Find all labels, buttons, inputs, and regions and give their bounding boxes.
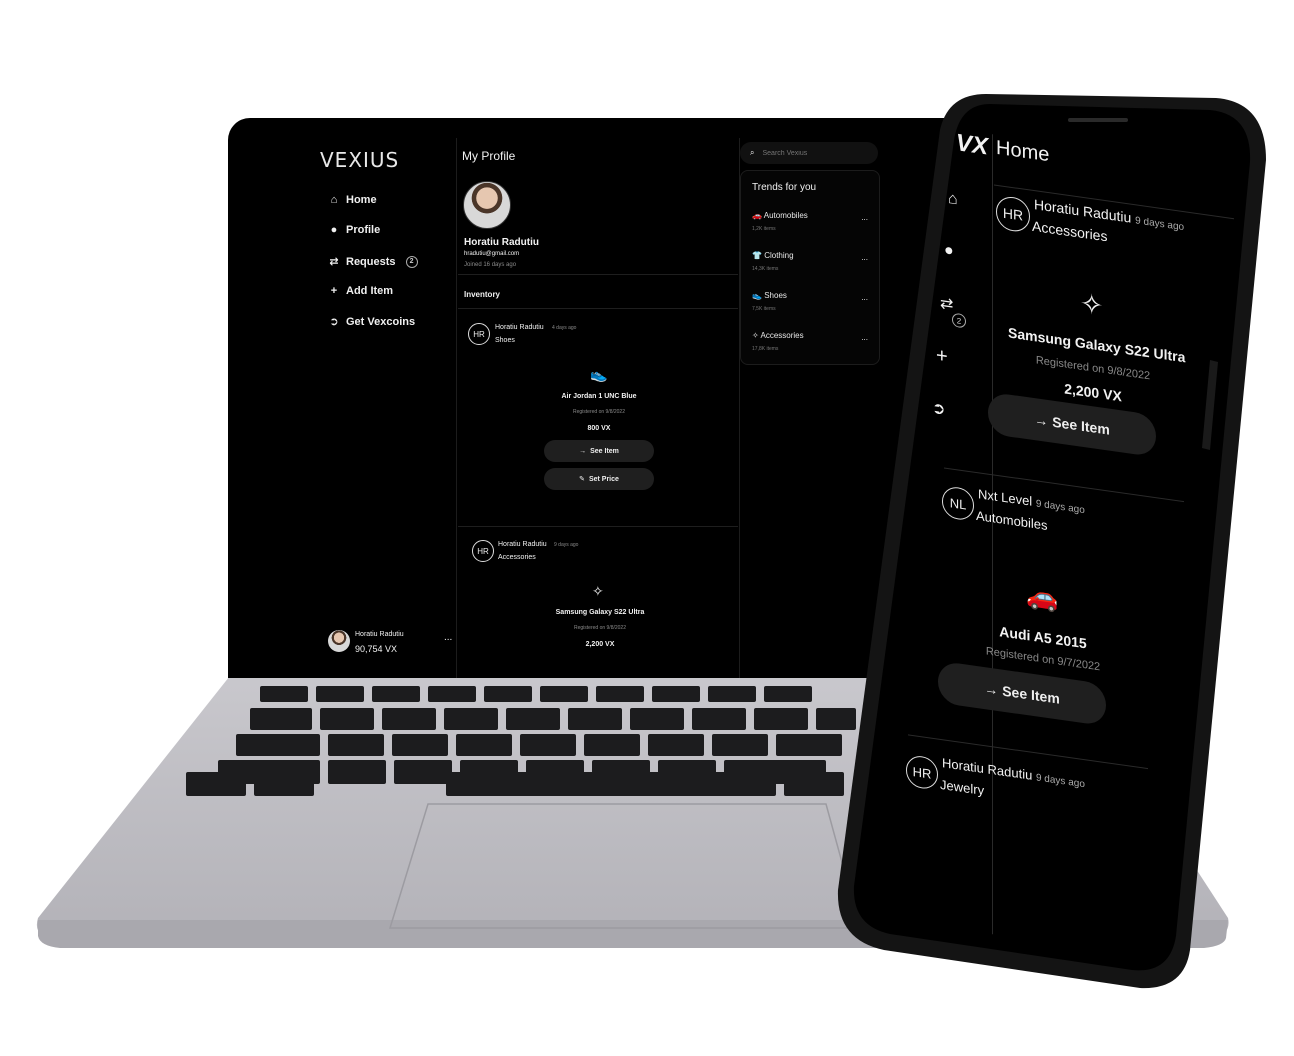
inventory-label: Inventory xyxy=(464,290,501,299)
home-icon[interactable]: ⌂ xyxy=(948,190,958,209)
post-item-name: Air Jordan 1 UNC Blue xyxy=(561,393,637,400)
trend-label: Automobiles xyxy=(763,211,808,220)
post-category: Accessories xyxy=(1032,217,1108,245)
set-price-button[interactable]: ✎ Set Price xyxy=(544,468,654,490)
requests-badge: 2 xyxy=(952,312,966,329)
post-time: 9 days ago xyxy=(1035,498,1085,517)
phone: VX Home ⌂ ● ⇄ 2 + ➲ HR Horatiu Radutiu 9… xyxy=(830,90,1270,990)
shirt-icon: 👕 xyxy=(752,251,762,260)
car-icon: 🚗 xyxy=(752,211,762,220)
mobile-page-title: Home xyxy=(996,136,1050,167)
see-item-label: See Item xyxy=(1002,682,1060,707)
divider xyxy=(458,526,738,527)
post-time: 9 days ago xyxy=(1035,772,1085,791)
post-time: 9 days ago xyxy=(554,542,579,548)
see-item-label: See Item xyxy=(1052,413,1110,438)
app-logo: VEXIUS xyxy=(320,148,400,172)
edit-icon: ✎ xyxy=(579,476,585,483)
plus-icon[interactable]: + xyxy=(936,344,948,369)
arrow-circle-icon[interactable]: ➲ xyxy=(932,398,945,420)
phone-screen: VX Home ⌂ ● ⇄ 2 + ➲ HR Horatiu Radutiu 9… xyxy=(906,120,1268,1025)
arrow-right-icon: → xyxy=(1034,411,1049,430)
nav-profile[interactable]: ● Profile xyxy=(328,224,381,236)
post-price: 2,200 VX xyxy=(585,641,615,648)
see-item-button[interactable]: → See Item xyxy=(544,440,654,462)
nav-get-vexcoins-label: Get Vexcoins xyxy=(346,315,416,328)
account-more-button[interactable]: ... xyxy=(444,632,452,643)
post-author[interactable]: Horatiu Radutiu xyxy=(498,541,547,548)
requests-badge: 2 xyxy=(405,255,418,268)
arrow-circle-icon: ➲ xyxy=(329,316,339,328)
post-time: 4 days ago xyxy=(552,325,577,331)
plus-icon: + xyxy=(330,285,338,297)
profile-name: Horatiu Radutiu xyxy=(464,237,539,248)
nav-home[interactable]: ⌂ Home xyxy=(328,194,377,206)
account-name: Horatiu Radutiu xyxy=(355,631,404,638)
arrow-right-icon: → xyxy=(579,447,587,455)
profile-email: hradutiu@gmail.com xyxy=(464,251,520,257)
profile-avatar xyxy=(463,181,511,229)
post-registered: Registered on 9/8/2022 xyxy=(573,409,625,415)
exchange-icon: ⇄ xyxy=(329,256,339,268)
post-registered: Registered on 9/8/2022 xyxy=(574,625,626,631)
mobile-logo: VX xyxy=(956,129,989,161)
trend-label: Clothing xyxy=(764,251,794,260)
trends-title: Trends for you xyxy=(752,182,817,193)
magic-wand-icon: ✧ xyxy=(592,583,604,599)
post-author: Nxt Level xyxy=(978,486,1033,509)
divider xyxy=(458,274,738,275)
magic-wand-icon: ✧ xyxy=(752,331,759,340)
magic-wand-icon: ✧ xyxy=(1080,287,1104,322)
shoe-icon: 👟 xyxy=(752,291,762,300)
nav-get-vexcoins[interactable]: ➲ Get Vexcoins xyxy=(328,315,416,329)
post-avatar: HR xyxy=(472,540,494,562)
post-category: Accessories xyxy=(498,554,536,561)
nav-add-item[interactable]: + Add Item xyxy=(328,285,393,297)
divider xyxy=(458,308,738,309)
trend-label: Accessories xyxy=(760,331,804,340)
nav-profile-label: Profile xyxy=(346,224,381,236)
arrow-right-icon: → xyxy=(984,680,999,699)
nav-home-label: Home xyxy=(346,194,377,206)
profile-joined: Joined 16 days ago xyxy=(464,262,517,268)
search-icon: ⌕ xyxy=(750,148,755,157)
user-icon[interactable]: ● xyxy=(944,241,954,260)
post-item-name: Samsung Galaxy S22 Ultra xyxy=(555,609,645,616)
post-author[interactable]: Horatiu Radutiu xyxy=(495,324,544,331)
user-icon: ● xyxy=(330,224,338,236)
nav-requests-label: Requests xyxy=(346,255,396,268)
trend-label: Shoes xyxy=(764,291,787,300)
post-category: Shoes xyxy=(495,337,515,344)
set-price-label: Set Price xyxy=(588,475,619,483)
post-avatar: HR xyxy=(468,323,490,345)
exchange-icon[interactable]: ⇄ xyxy=(940,293,953,315)
page-title: My Profile xyxy=(462,149,516,163)
home-icon: ⌂ xyxy=(330,194,338,206)
see-item-label: See Item xyxy=(590,447,619,455)
account-balance: 90,754 VX xyxy=(355,644,398,654)
divider xyxy=(992,134,993,935)
nav-add-item-label: Add Item xyxy=(346,285,394,297)
post-category: Automobiles xyxy=(976,507,1048,533)
nav-requests[interactable]: ⇄ Requests 2 xyxy=(328,255,418,268)
post-price: 800 VX xyxy=(587,425,611,432)
post-time: 9 days ago xyxy=(1135,215,1185,234)
shoe-icon: 👟 xyxy=(590,366,608,382)
post-avatar: HR xyxy=(996,194,1030,234)
account-avatar[interactable] xyxy=(328,630,350,652)
car-icon: 🚗 xyxy=(1026,578,1059,614)
